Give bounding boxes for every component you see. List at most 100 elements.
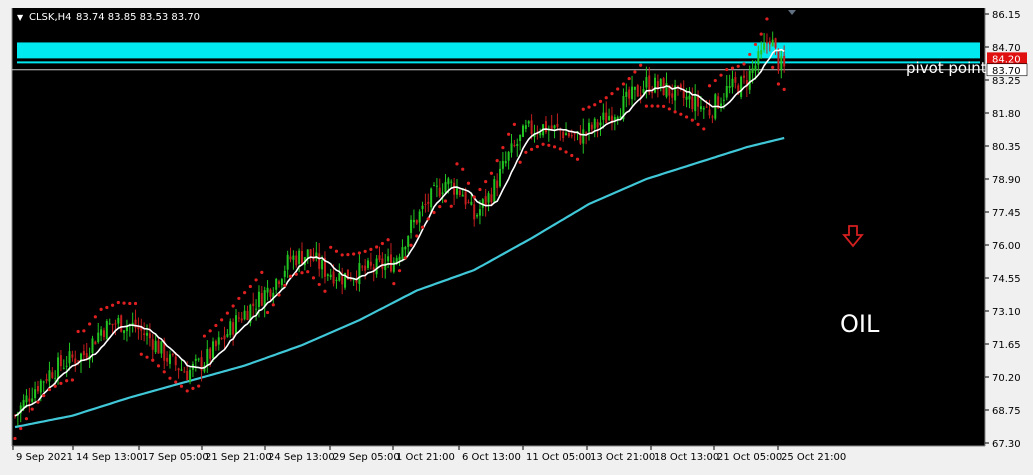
sar-dot (466, 181, 471, 185)
candle-body (487, 193, 490, 203)
sar-dot (489, 171, 494, 175)
candle-body (183, 371, 186, 373)
x-tick-label: 17 Sep 05:00 (142, 452, 209, 463)
sar-dot (662, 104, 666, 108)
candle-body (691, 96, 694, 110)
candle-body (318, 253, 321, 269)
candle-body (410, 219, 413, 233)
sar-dot (329, 245, 333, 249)
candle-body (562, 131, 565, 139)
sar-dot (495, 159, 499, 163)
candle-body (659, 78, 662, 87)
sar-dot (323, 289, 327, 293)
x-tick-label: 11 Oct 05:00 (526, 452, 591, 463)
candle-body (335, 279, 338, 281)
candle-body (501, 161, 504, 169)
candle-body (292, 255, 295, 260)
sar-dot (254, 278, 258, 282)
sar-dot (598, 99, 603, 104)
sar-dot (587, 105, 591, 109)
candle-body (237, 317, 240, 319)
candle-body (447, 178, 450, 185)
sar-dot (644, 104, 649, 108)
sar-dot (575, 157, 580, 161)
candle-body (349, 279, 352, 281)
candle-body (450, 181, 453, 183)
candle-body (177, 368, 180, 371)
candle-body (74, 358, 77, 364)
sar-dot (719, 73, 723, 77)
candle-body (168, 354, 171, 364)
sar-dot (36, 400, 40, 404)
candle-body (613, 117, 616, 120)
ohlc-readout: 83.74 83.85 83.53 83.70 (76, 12, 200, 23)
candle-body (48, 370, 51, 382)
candle-body (433, 185, 436, 187)
y-tick-label: 77.45 (992, 208, 1021, 219)
sar-dot (271, 303, 275, 307)
candle-body (94, 341, 97, 345)
sar-dot (736, 64, 740, 68)
candle-body (358, 263, 361, 285)
candle-body (616, 117, 619, 120)
y-tick-label: 74.55 (992, 274, 1021, 285)
sar-dot (208, 329, 212, 333)
candle-body (234, 315, 237, 334)
sar-dot (461, 167, 465, 171)
x-tick-label: 1 Oct 21:00 (396, 452, 455, 463)
candle-body (765, 42, 768, 44)
sar-dot (535, 144, 539, 149)
candle-body (367, 260, 370, 269)
candle-body (639, 94, 642, 96)
chart-canvas[interactable]: 86.15 84.70 83.25 81.80 80.35 78.90 77.45 76.00… (0, 0, 1033, 475)
sar-dot (214, 323, 218, 328)
candle-body (398, 256, 401, 261)
candle-body (280, 279, 283, 286)
sar-dot (420, 225, 425, 229)
candle-body (519, 134, 522, 142)
sar-dot (265, 310, 270, 315)
candle-body (25, 395, 28, 403)
sar-dot (507, 132, 511, 136)
candle-body (166, 357, 169, 362)
candle-body (476, 214, 479, 217)
sar-dot (116, 300, 120, 305)
sar-dot (547, 143, 551, 147)
candle-body (553, 125, 556, 129)
candle-body (720, 103, 723, 106)
sar-dot (65, 379, 69, 383)
sar-dot (179, 384, 184, 388)
y-tick-label: 68.75 (992, 406, 1021, 417)
candle-body (705, 106, 708, 108)
y-tick-label: 83.25 (992, 76, 1021, 87)
candle-body (490, 194, 493, 203)
candle-body (516, 143, 519, 147)
candle-body (255, 308, 258, 310)
candle-body (54, 377, 57, 379)
candle-body (530, 120, 533, 134)
sar-dot (30, 407, 34, 411)
candle-body (556, 123, 559, 127)
candle-body (694, 94, 697, 112)
y-tick-label: 78.90 (992, 175, 1021, 186)
x-tick-label: 29 Sep 05:00 (333, 452, 400, 463)
candle-body (217, 337, 220, 345)
candle-body (157, 340, 160, 354)
candle-body (36, 385, 39, 392)
candle-body (123, 330, 126, 334)
sar-dot (174, 380, 178, 384)
sar-dot (455, 162, 459, 166)
sar-dot (438, 204, 442, 209)
candle-body (478, 209, 481, 216)
sar-dot (639, 63, 643, 67)
candle-body (473, 204, 476, 220)
candle-body (246, 310, 249, 321)
sar-dot (616, 87, 620, 91)
candle-body (226, 334, 229, 337)
candle-body (338, 272, 341, 281)
instrument-label: OIL (840, 310, 880, 338)
sar-dot (99, 307, 103, 311)
x-tick-label: 25 Oct 21:00 (781, 452, 846, 463)
candle-body (510, 143, 513, 153)
candle-body (232, 322, 235, 335)
